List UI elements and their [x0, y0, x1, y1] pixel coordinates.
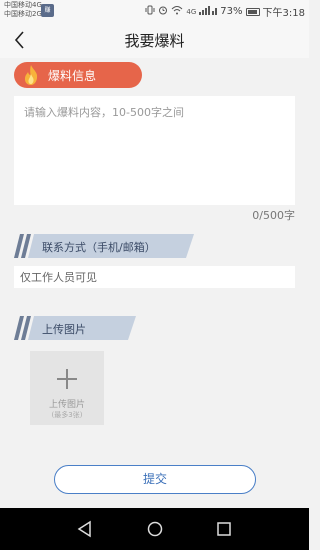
contact-input[interactable]	[14, 266, 295, 288]
top-bar: 我要爆料	[0, 22, 309, 58]
wifi-icon	[171, 5, 183, 18]
app-notification-icon: 赚	[41, 4, 54, 17]
battery-icon	[245, 7, 260, 16]
upload-tile-hint: (最多3张)	[51, 411, 83, 419]
submit-button[interactable]: 提交	[54, 465, 256, 494]
clock: 下午3:18	[262, 8, 305, 19]
carrier-1: 中国移动4G	[4, 1, 42, 9]
upload-section-header: 上传图片	[14, 316, 136, 340]
alarm-icon	[158, 5, 168, 18]
flame-icon	[24, 65, 38, 85]
upload-label: 上传图片	[42, 323, 86, 336]
report-info-tag: 爆料信息	[14, 62, 142, 88]
nav-home-icon[interactable]	[146, 520, 164, 538]
battery-percent: 73%	[220, 6, 243, 17]
page-title: 我要爆料	[124, 32, 185, 50]
upload-image-button[interactable]: 上传图片 (最多3张)	[30, 351, 104, 425]
nav-back-icon[interactable]	[76, 520, 94, 538]
signal-icon	[199, 5, 218, 18]
contact-label: 联系方式（手机/邮箱）	[42, 241, 156, 254]
network-type: 4G	[186, 7, 197, 16]
status-bar: 中国移动4G 中国移动2G 赚 4G 73% 下午3:18	[0, 0, 309, 22]
carrier-info: 中国移动4G 中国移动2G	[4, 1, 42, 19]
nav-recents-icon[interactable]	[215, 520, 233, 538]
contact-section-header: 联系方式（手机/邮箱）	[14, 234, 194, 258]
carrier-2: 中国移动2G	[4, 10, 42, 18]
char-counter: 0/500字	[252, 209, 295, 222]
plus-icon	[57, 369, 77, 389]
upload-tile-label: 上传图片	[48, 400, 85, 410]
report-info-label: 爆料信息	[48, 69, 97, 83]
vibrate-icon	[145, 5, 155, 18]
status-indicators: 4G 73% 下午3:18	[145, 4, 305, 19]
report-content-input[interactable]	[14, 96, 295, 205]
system-nav-bar	[0, 508, 309, 550]
